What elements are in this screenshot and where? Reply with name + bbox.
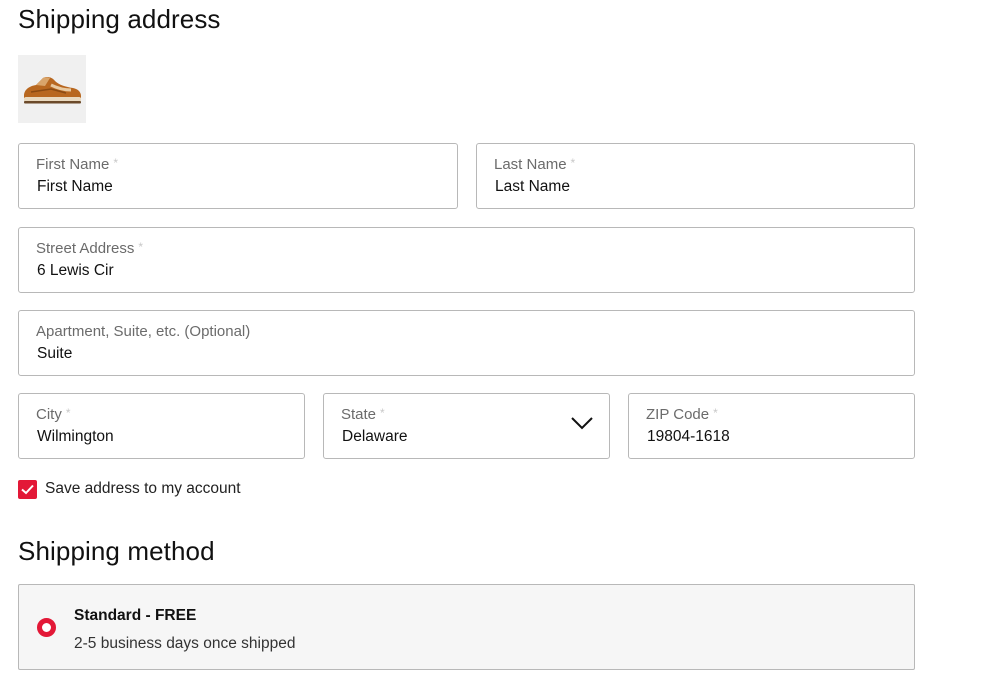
save-address-label: Save address to my account <box>45 480 241 497</box>
state-label: State * <box>341 406 385 423</box>
shipping-method-title: Shipping method <box>18 536 215 566</box>
shipping-option-radio[interactable] <box>37 618 56 637</box>
state-value: Delaware <box>342 428 408 445</box>
last-name-label: Last Name * <box>494 156 576 173</box>
city-label: City * <box>36 406 71 423</box>
chevron-down-icon <box>571 417 593 430</box>
zip-code-label: ZIP Code * <box>646 406 718 423</box>
checkmark-icon <box>21 484 34 494</box>
street-address-label: Street Address * <box>36 240 144 257</box>
street-address-value: 6 Lewis Cir <box>37 262 114 279</box>
first-name-field[interactable]: First Name * First Name <box>18 143 458 209</box>
product-thumbnail <box>18 55 86 123</box>
zip-code-field[interactable]: ZIP Code * 19804-1618 <box>628 393 915 459</box>
shipping-option-description: 2-5 business days once shipped <box>74 635 296 652</box>
last-name-field[interactable]: Last Name * Last Name <box>476 143 915 209</box>
first-name-label: First Name * <box>36 156 119 173</box>
shipping-option-standard[interactable]: Standard - FREE 2-5 business days once s… <box>18 584 915 670</box>
save-address-option[interactable]: Save address to my account <box>18 479 241 499</box>
apartment-field[interactable]: Apartment, Suite, etc. (Optional) Suite <box>18 310 915 376</box>
sneaker-icon <box>24 77 81 104</box>
shipping-address-title: Shipping address <box>18 4 221 34</box>
first-name-value: First Name <box>37 178 113 195</box>
last-name-value: Last Name <box>495 178 570 195</box>
shipping-option-name: Standard - FREE <box>74 607 197 624</box>
zip-code-value: 19804-1618 <box>647 428 730 445</box>
save-address-checkbox[interactable] <box>18 479 37 499</box>
apartment-label: Apartment, Suite, etc. (Optional) <box>36 323 251 340</box>
city-value: Wilmington <box>37 428 114 445</box>
state-select[interactable]: State * Delaware <box>323 393 610 459</box>
apartment-value: Suite <box>37 345 73 362</box>
city-field[interactable]: City * Wilmington <box>18 393 305 459</box>
street-address-field[interactable]: Street Address * 6 Lewis Cir <box>18 227 915 293</box>
